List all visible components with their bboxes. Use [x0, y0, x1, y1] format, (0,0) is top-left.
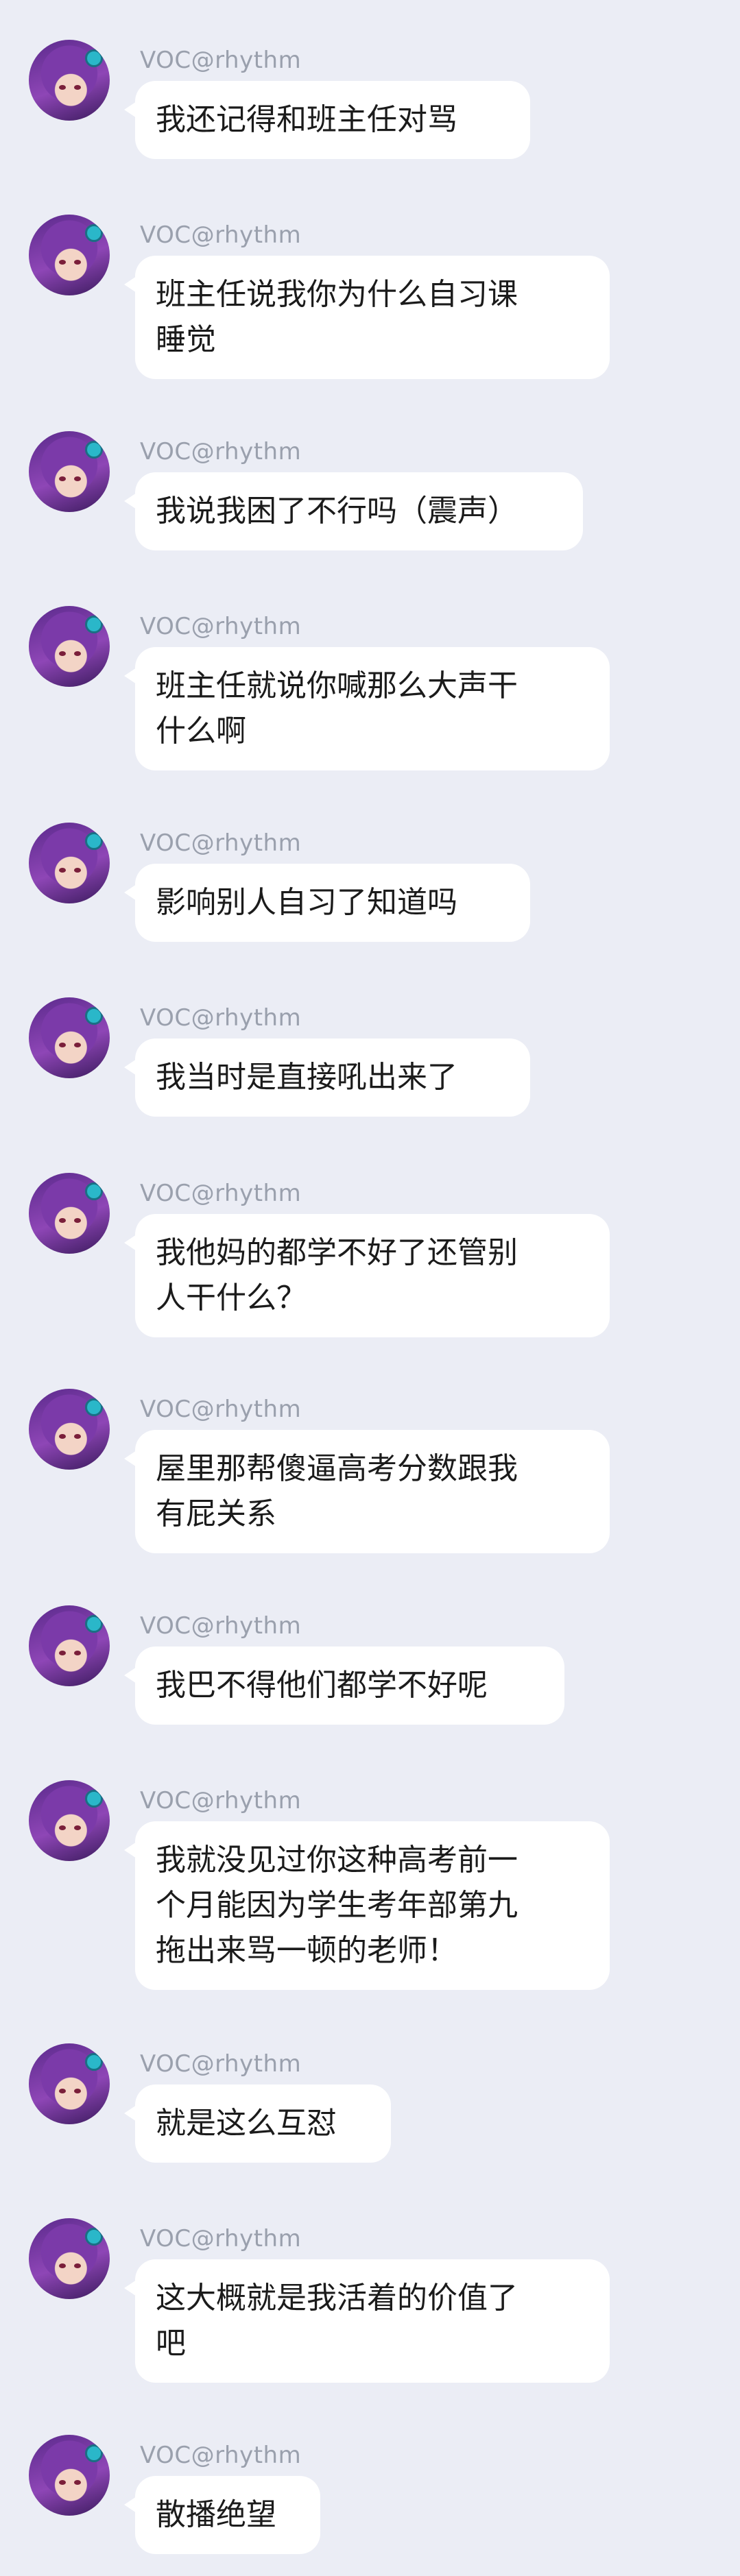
avatar[interactable] — [29, 2435, 110, 2516]
hair-ornament — [85, 49, 103, 67]
hair-ornament — [85, 1398, 103, 1416]
hair-ornament — [85, 2053, 103, 2071]
avatar[interactable] — [29, 1605, 110, 1686]
avatar-eye — [59, 260, 66, 265]
sender-name: VOC@rhythm — [140, 438, 302, 465]
hair-ornament — [85, 441, 103, 459]
sender-name: VOC@rhythm — [140, 47, 302, 74]
message-bubble[interactable]: 我当时是直接吼出来了 — [124, 1038, 530, 1117]
chat-view: VOC@rhythm 我还记得和班主任对骂 VOC@rhythm 班主任说我你为… — [0, 0, 740, 2576]
hair-ornament — [85, 832, 103, 850]
message-bubble[interactable]: 班主任说我你为什么自习课 睡觉 — [124, 256, 610, 379]
avatar-eye — [74, 260, 81, 265]
sender-name: VOC@rhythm — [140, 1004, 302, 1032]
avatar-eye — [74, 1043, 81, 1047]
message-bubble[interactable]: 我就没见过你这种高考前一 个月能因为学生考年部第九 拖出来骂一顿的老师！ — [124, 1821, 610, 1990]
message-bubble[interactable]: 我巴不得他们都学不好呢 — [124, 1647, 564, 1725]
avatar-eye — [59, 85, 66, 90]
hair-ornament — [85, 224, 103, 242]
message-bubble[interactable]: 屋里那帮傻逼高考分数跟我 有屁关系 — [124, 1430, 610, 1553]
avatar[interactable] — [29, 1780, 110, 1861]
sender-name: VOC@rhythm — [140, 2050, 302, 2078]
avatar[interactable] — [29, 431, 110, 512]
avatar-eye — [74, 1434, 81, 1439]
avatar[interactable] — [29, 1389, 110, 1470]
message-bubble[interactable]: 我说我困了不行吗（震声） — [124, 472, 583, 550]
avatar-eye — [74, 85, 81, 90]
avatar[interactable] — [29, 2043, 110, 2124]
avatar-eye — [59, 476, 66, 481]
hair-ornament — [85, 616, 103, 633]
avatar-eye — [74, 1825, 81, 1830]
avatar-eye — [59, 1043, 66, 1047]
hair-ornament — [85, 1182, 103, 1200]
hair-ornament — [85, 2228, 103, 2246]
avatar-eye — [59, 651, 66, 656]
message-bubble[interactable]: 这大概就是我活着的价值了 吧 — [124, 2259, 610, 2383]
avatar[interactable] — [29, 2218, 110, 2299]
sender-name: VOC@rhythm — [140, 221, 302, 249]
message-bubble[interactable]: 我还记得和班主任对骂 — [124, 81, 530, 159]
message-bubble[interactable]: 影响别人自习了知道吗 — [124, 864, 530, 942]
avatar-eye — [59, 1218, 66, 1223]
sender-name: VOC@rhythm — [140, 1787, 302, 1814]
hair-ornament — [85, 2444, 103, 2462]
avatar-eye — [59, 2480, 66, 2485]
hair-ornament — [85, 1790, 103, 1808]
avatar-eye — [74, 2263, 81, 2268]
sender-name: VOC@rhythm — [140, 2442, 302, 2469]
hair-ornament — [85, 1007, 103, 1025]
message-bubble[interactable]: 散播绝望 — [124, 2476, 320, 2554]
message-bubble[interactable]: 就是这么互怼 — [124, 2085, 391, 2163]
avatar-eye — [74, 2089, 81, 2093]
avatar-eye — [74, 1651, 81, 1655]
message-bubble[interactable]: 班主任就说你喊那么大声干 什么啊 — [124, 647, 610, 770]
avatar-eye — [74, 868, 81, 873]
avatar-eye — [74, 1218, 81, 1223]
avatar-eye — [59, 2089, 66, 2093]
avatar-eye — [74, 476, 81, 481]
avatar[interactable] — [29, 1173, 110, 1254]
message-bubble[interactable]: 我他妈的都学不好了还管别 人干什么？ — [124, 1214, 610, 1337]
avatar-eye — [59, 868, 66, 873]
sender-name: VOC@rhythm — [140, 2225, 302, 2252]
avatar-eye — [59, 1825, 66, 1830]
avatar-eye — [59, 2263, 66, 2268]
sender-name: VOC@rhythm — [140, 829, 302, 857]
hair-ornament — [85, 1615, 103, 1633]
avatar[interactable] — [29, 40, 110, 121]
sender-name: VOC@rhythm — [140, 1612, 302, 1640]
avatar[interactable] — [29, 215, 110, 295]
avatar[interactable] — [29, 997, 110, 1078]
avatar-eye — [74, 2480, 81, 2485]
avatar-eye — [59, 1434, 66, 1439]
avatar-eye — [59, 1651, 66, 1655]
sender-name: VOC@rhythm — [140, 613, 302, 640]
sender-name: VOC@rhythm — [140, 1396, 302, 1423]
avatar-eye — [74, 651, 81, 656]
sender-name: VOC@rhythm — [140, 1180, 302, 1207]
avatar[interactable] — [29, 606, 110, 687]
avatar[interactable] — [29, 823, 110, 903]
